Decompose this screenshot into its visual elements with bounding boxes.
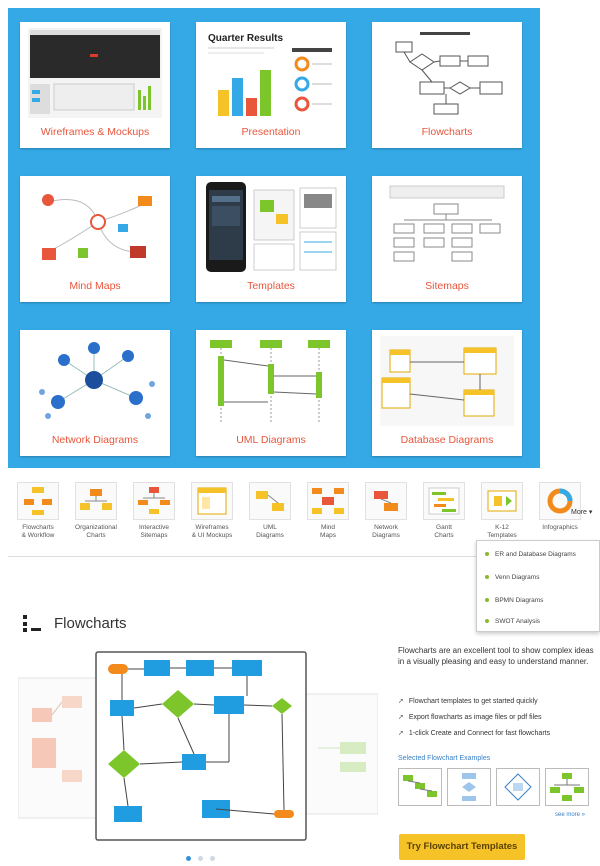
category-k12[interactable]: K-12 Templates: [476, 482, 528, 540]
flowchart-icon: [17, 482, 59, 520]
feature-bullet: ➚ Flowchart templates to get started quic…: [398, 697, 538, 705]
feature-text: Flowchart templates to get started quick…: [408, 698, 538, 705]
sitemap-thumbnail: [380, 182, 514, 272]
try-flowchart-templates-button[interactable]: Try Flowchart Templates: [399, 834, 525, 860]
category-label: Interactive Sitemaps: [139, 524, 169, 539]
bullet-icon: [485, 619, 489, 624]
bullet-icon: [485, 575, 489, 580]
category-sitemaps[interactable]: Interactive Sitemaps: [128, 482, 180, 540]
example-thumbnail-1[interactable]: [398, 768, 442, 806]
arrow-icon: ➚: [398, 730, 404, 737]
feature-bullet: ➚ Export flowcharts as image files or pdf…: [398, 713, 542, 721]
arrow-icon: ➚: [398, 714, 404, 721]
bullet-icon: [485, 598, 489, 603]
menu-item-label: Venn Diagrams: [495, 574, 540, 581]
category-network[interactable]: Network Diagrams: [360, 482, 412, 540]
category-label: Gantt Charts: [434, 524, 454, 539]
menu-item-label: SWOT Analysis: [495, 618, 541, 625]
database-thumbnail: [380, 336, 514, 426]
sitemap-icon: [133, 482, 175, 520]
category-flowcharts[interactable]: Flowcharts & Workflow: [12, 482, 64, 540]
tile-flowcharts[interactable]: Flowcharts: [372, 22, 522, 148]
templates-thumbnail: [204, 182, 338, 272]
category-infographics[interactable]: Infographics: [534, 482, 586, 532]
category-org-charts[interactable]: Organizational Charts: [70, 482, 122, 540]
tile-network-diagrams[interactable]: Network Diagrams: [20, 330, 170, 456]
uml-icon: [249, 482, 291, 520]
section-description: Flowcharts are an excellent tool to show…: [398, 646, 594, 666]
presentation-thumbnail: Quarter Results: [204, 28, 338, 118]
carousel-dot[interactable]: [210, 856, 215, 861]
mindmap-icon: [307, 482, 349, 520]
tile-label: Database Diagrams: [400, 434, 494, 446]
tile-sitemaps[interactable]: Sitemaps: [372, 176, 522, 302]
gantt-icon: [423, 482, 465, 520]
category-wireframes[interactable]: Wireframes & UI Mockups: [186, 482, 238, 540]
network-icon: [365, 482, 407, 520]
section-title: Flowcharts: [54, 615, 127, 632]
tile-mind-maps[interactable]: Mind Maps: [20, 176, 170, 302]
feature-text: Export flowcharts as image files or pdf …: [408, 714, 542, 721]
example-thumbnail-3[interactable]: [496, 768, 540, 806]
carousel-dot[interactable]: [186, 856, 191, 861]
category-mind-maps[interactable]: Mind Maps: [302, 482, 354, 540]
category-label: Organizational Charts: [75, 524, 117, 539]
more-dropdown-toggle[interactable]: More ▾: [571, 508, 592, 516]
wireframe-thumbnail: [28, 28, 162, 118]
tile-label: Mind Maps: [69, 280, 121, 292]
category-label: Network Diagrams: [372, 524, 400, 539]
tile-wireframes[interactable]: Wireframes & Mockups: [20, 22, 170, 148]
tile-label: Presentation: [241, 126, 301, 138]
tile-label: Network Diagrams: [51, 434, 139, 446]
mindmap-thumbnail: [28, 182, 162, 272]
menu-item-label: BPMN Diagrams: [495, 597, 544, 604]
flowchart-thumbnail: [380, 28, 514, 118]
category-uml[interactable]: UML Diagrams: [244, 482, 296, 540]
thumb-title-text: Quarter Results: [208, 33, 283, 44]
category-label: Infographics: [542, 524, 578, 531]
uml-thumbnail: [204, 336, 338, 426]
category-label: Wireframes & UI Mockups: [191, 524, 233, 539]
feature-bullet: ➚ 1-click Create and Connect for fast flo…: [398, 729, 550, 737]
org-chart-icon: [75, 482, 117, 520]
category-label: Flowcharts & Workflow: [21, 524, 55, 539]
tile-label: UML Diagrams: [236, 434, 306, 446]
example-thumbnail-4[interactable]: [545, 768, 589, 806]
tile-templates[interactable]: Templates: [196, 176, 346, 302]
network-thumbnail: [28, 336, 162, 426]
menu-item-venn-diagrams[interactable]: Venn Diagrams: [485, 574, 539, 581]
carousel-dot[interactable]: [198, 856, 203, 861]
category-label: Mind Maps: [320, 524, 336, 539]
k12-icon: [481, 482, 523, 520]
more-dropdown-menu: ER and Database Diagrams Venn Diagrams B…: [476, 540, 600, 632]
bullet-icon: [485, 552, 489, 557]
menu-item-swot-analysis[interactable]: SWOT Analysis: [485, 618, 540, 625]
tile-label: Templates: [247, 280, 295, 292]
flowchart-preview-carousel[interactable]: [17, 650, 379, 842]
wireframe-icon: [191, 482, 233, 520]
carousel-pagination: [186, 848, 222, 866]
category-gantt[interactable]: Gantt Charts: [418, 482, 470, 540]
menu-item-bpmn-diagrams[interactable]: BPMN Diagrams: [485, 597, 543, 604]
category-label: K-12 Templates: [487, 524, 517, 539]
tile-uml-diagrams[interactable]: UML Diagrams: [196, 330, 346, 456]
tile-presentation[interactable]: Quarter Results Presentation: [196, 22, 346, 148]
category-label: UML Diagrams: [256, 524, 284, 539]
arrow-icon: ➚: [398, 698, 404, 705]
feature-text: 1-click Create and Connect for fast flow…: [408, 730, 551, 737]
tile-label: Flowcharts: [421, 126, 473, 138]
tile-label: Sitemaps: [425, 280, 469, 292]
see-more-link[interactable]: see more »: [555, 812, 585, 818]
template-gallery: Wireframes & Mockups Quarter Results Pre…: [8, 8, 540, 468]
examples-heading: Selected Flowchart Examples: [398, 755, 491, 762]
menu-item-er-diagrams[interactable]: ER and Database Diagrams: [485, 551, 576, 558]
menu-item-label: ER and Database Diagrams: [495, 551, 576, 558]
tile-database-diagrams[interactable]: Database Diagrams: [372, 330, 522, 456]
tile-label: Wireframes & Mockups: [40, 126, 150, 138]
flowchart-section-icon: [22, 613, 44, 633]
flowchart-preview-image: [17, 651, 379, 841]
example-thumbnail-2[interactable]: [447, 768, 491, 806]
